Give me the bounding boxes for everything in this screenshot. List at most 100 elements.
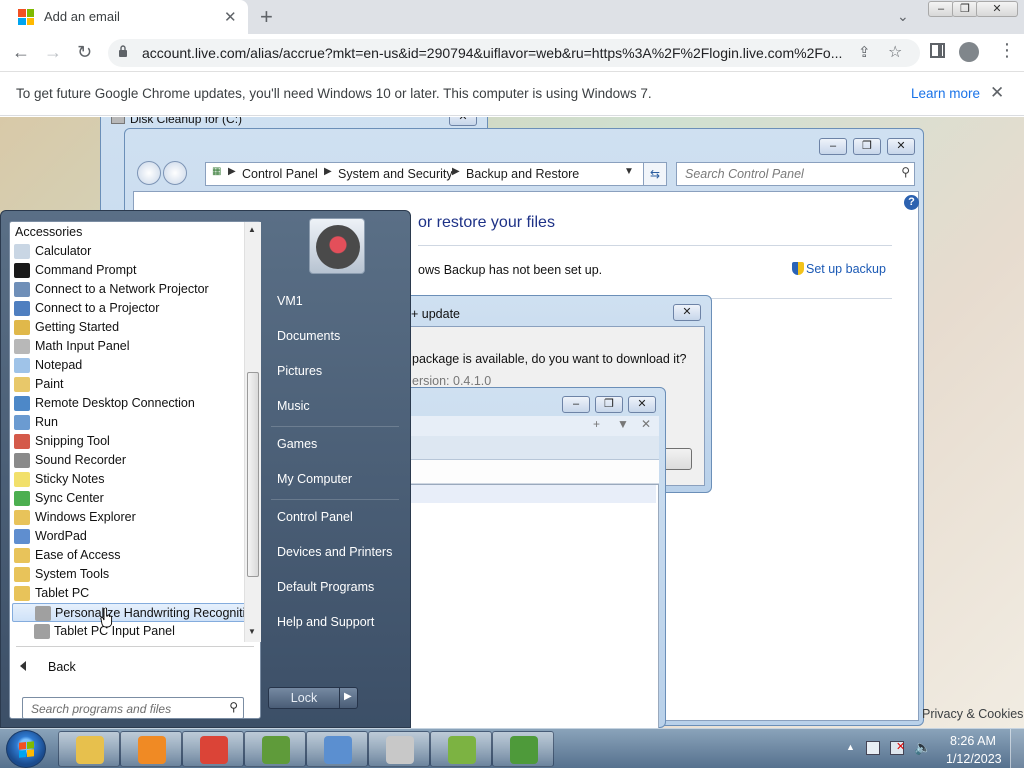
volume-icon[interactable]: 🔈 — [914, 739, 931, 755]
clock-date[interactable]: 1/12/2023 — [946, 752, 1002, 766]
kebab-menu-icon[interactable]: ⋮ — [998, 40, 1016, 61]
start-link[interactable]: Control Panel — [277, 510, 353, 524]
program-item[interactable]: Sound Recorder — [12, 451, 246, 470]
action-center-icon[interactable] — [866, 741, 880, 755]
program-item[interactable]: Connect to a Network Projector — [12, 280, 246, 299]
address-bar[interactable]: account.live.com/alias/accrue?mkt=en-us&… — [108, 39, 920, 67]
taskbar-button-control-panel[interactable] — [306, 731, 368, 767]
divider — [271, 426, 399, 427]
clock-time[interactable]: 8:26 AM — [950, 734, 996, 748]
cp-search-input[interactable]: Search Control Panel ⚲ — [676, 162, 915, 186]
program-item[interactable]: Notepad — [12, 356, 246, 375]
network-error-icon[interactable]: ✕ — [890, 741, 905, 755]
program-item[interactable]: Remote Desktop Connection — [12, 394, 246, 413]
update-dialog-close-button[interactable]: ✕ — [673, 304, 701, 321]
cp-close-button[interactable]: ✕ — [887, 138, 915, 155]
start-link[interactable]: Help and Support — [277, 615, 374, 629]
scroll-thumb[interactable] — [247, 372, 259, 577]
taskbar-button-chrome[interactable] — [182, 731, 244, 767]
small-close-button[interactable]: ✕ — [628, 396, 656, 413]
start-button[interactable] — [6, 730, 46, 768]
set-up-backup-link[interactable]: Set up backup — [792, 262, 886, 276]
program-item[interactable]: Sticky Notes — [12, 470, 246, 489]
start-link[interactable]: My Computer — [277, 472, 352, 486]
scroll-down-icon[interactable]: ▼ — [248, 627, 256, 636]
profile-avatar-icon[interactable] — [959, 42, 979, 62]
taskbar-button-media-player[interactable] — [120, 731, 182, 767]
close-window-button[interactable]: ✕ — [976, 1, 1018, 17]
cp-minimize-button[interactable]: ‒ — [819, 138, 847, 155]
cp-maximize-button[interactable]: ❐ — [853, 138, 881, 155]
program-item[interactable]: Sync Center — [12, 489, 246, 508]
show-hidden-icons-arrow[interactable]: ▲ — [846, 742, 855, 752]
program-item[interactable]: Snipping Tool — [12, 432, 246, 451]
dropdown-icon[interactable]: ▼ — [617, 417, 629, 431]
program-item[interactable]: WordPad — [12, 527, 246, 546]
program-item[interactable]: Windows Explorer — [12, 508, 246, 527]
scroll-up-icon[interactable]: ▲ — [248, 225, 256, 234]
tab-close-icon[interactable]: ✕ — [224, 8, 237, 26]
program-item[interactable]: Tablet PC Input Panel — [12, 622, 246, 641]
program-item[interactable]: Calculator — [12, 242, 246, 261]
shutdown-options-arrow-icon[interactable]: ▶ — [344, 691, 352, 702]
reload-icon[interactable]: ↻ — [77, 42, 92, 63]
start-link[interactable]: Music — [277, 399, 310, 413]
help-icon[interactable]: ? — [904, 195, 919, 210]
program-item[interactable]: Personalize Handwriting Recognition — [12, 603, 259, 622]
start-link[interactable]: VM1 — [277, 294, 303, 308]
program-item[interactable]: Getting Started — [12, 318, 246, 337]
show-desktop-button[interactable] — [1010, 729, 1024, 768]
breadcrumb[interactable]: ▦ ▶ Control Panel ▶ System and Security … — [205, 162, 667, 186]
small-maximize-button[interactable]: ❐ — [595, 396, 623, 413]
programs-scrollbar[interactable]: ▲ ▼ — [244, 222, 261, 642]
cp-forward-button[interactable] — [163, 161, 187, 185]
taskbar-button-app-frog[interactable] — [492, 731, 554, 767]
forward-arrow-icon[interactable]: → — [44, 42, 62, 63]
breadcrumb-dropdown-icon[interactable]: ▼ — [624, 166, 634, 177]
program-item[interactable]: Tablet PC — [12, 584, 246, 603]
close-icon[interactable]: ✕ — [641, 417, 651, 431]
privacy-cookies-link[interactable]: Privacy & Cookies — [922, 707, 1023, 721]
program-item[interactable]: Paint — [12, 375, 246, 394]
add-icon[interactable]: + — [593, 417, 600, 431]
share-icon[interactable]: ⇪ — [858, 43, 871, 61]
small-minimize-button[interactable]: ‒ — [562, 396, 590, 413]
breadcrumb-system-security[interactable]: System and Security — [338, 167, 453, 181]
taskbar-button-disk-cleanup[interactable] — [368, 731, 430, 767]
program-item[interactable]: Connect to a Projector — [12, 299, 246, 318]
back-arrow-icon[interactable]: ← — [12, 42, 30, 63]
program-item[interactable]: System Tools — [12, 565, 246, 584]
start-search-input[interactable]: Search programs and files ⚲ — [22, 697, 244, 719]
taskbar-button-minecraft[interactable] — [244, 731, 306, 767]
minimize-window-button[interactable]: ‒ — [928, 1, 954, 17]
bookmark-star-icon[interactable]: ☆ — [888, 42, 902, 62]
program-label: Sticky Notes — [35, 472, 105, 486]
restore-window-button[interactable]: ❐ — [952, 1, 978, 17]
start-link[interactable]: Default Programs — [277, 580, 374, 594]
browser-tab[interactable]: Add an email ✕ — [0, 0, 248, 34]
breadcrumb-backup-restore[interactable]: Backup and Restore — [466, 167, 579, 181]
program-item[interactable]: Ease of Access — [12, 546, 246, 565]
lock-button[interactable]: Lock ▶ — [268, 687, 358, 709]
infobar-close-icon[interactable]: ✕ — [990, 83, 1004, 103]
tab-search-chevron-icon[interactable]: ⌄ — [897, 8, 909, 25]
selected-row[interactable] — [404, 485, 656, 503]
side-panel-icon[interactable] — [930, 43, 945, 58]
breadcrumb-control-panel[interactable]: Control Panel — [242, 167, 318, 181]
taskbar-button-explorer[interactable] — [58, 731, 120, 767]
taskbar-button-notepad-plus[interactable] — [430, 731, 492, 767]
start-link[interactable]: Games — [277, 437, 317, 451]
cp-refresh-icon[interactable]: ⇆ — [643, 162, 667, 186]
program-item[interactable]: Run — [12, 413, 246, 432]
new-tab-button[interactable]: + — [260, 4, 273, 30]
disk-cleanup-close-button[interactable]: ✕ — [449, 117, 477, 126]
start-link[interactable]: Documents — [277, 329, 340, 343]
program-item[interactable]: Command Prompt — [12, 261, 246, 280]
program-item[interactable]: Math Input Panel — [12, 337, 246, 356]
back-button[interactable]: Back — [20, 660, 76, 674]
cp-back-button[interactable] — [137, 161, 161, 185]
start-link[interactable]: Pictures — [277, 364, 322, 378]
start-link[interactable]: Devices and Printers — [277, 545, 392, 559]
learn-more-link[interactable]: Learn more — [911, 86, 980, 101]
small-window[interactable]: ‒ ❐ ✕ + ▼ ✕ — [396, 387, 666, 728]
